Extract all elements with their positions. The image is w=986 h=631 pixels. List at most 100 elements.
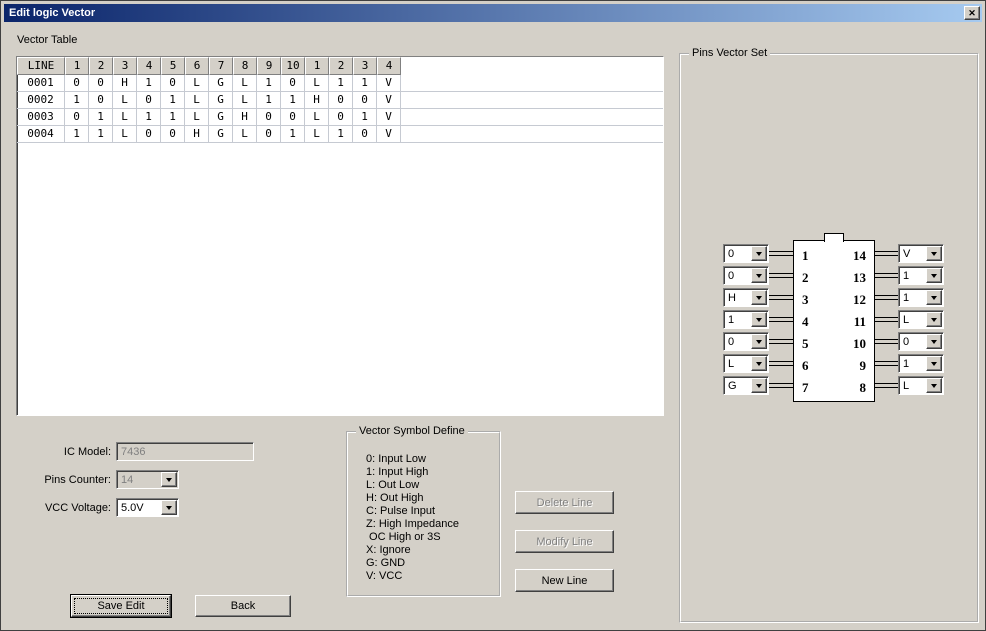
- chevron-down-icon[interactable]: [751, 334, 767, 349]
- chevron-down-icon[interactable]: [751, 268, 767, 283]
- table-header-cell: 1: [305, 57, 329, 75]
- vector-cell: L: [113, 126, 137, 142]
- table-row[interactable]: 0003 0 1 L 1 1 L G H 0 0 L 0 1 V: [17, 109, 663, 126]
- vector-table[interactable]: LINE 1 2 3 4 5 6 7 8 9 10 1 2 3 4 0001 0 0 H 1 0 L G L 1 0 L 1 1 V 00…: [16, 56, 664, 416]
- chevron-down-icon[interactable]: [751, 356, 767, 371]
- save-edit-button[interactable]: Save Edit: [71, 595, 171, 617]
- pin-1-vector-select[interactable]: 0: [723, 244, 769, 263]
- chevron-down-icon[interactable]: [751, 378, 767, 393]
- pin-2-vector-select[interactable]: 0: [723, 266, 769, 285]
- chevron-down-icon[interactable]: [751, 290, 767, 305]
- vector-cell: G: [209, 92, 233, 108]
- symbol-define-line: 1: Input High: [366, 466, 429, 478]
- table-header-cell: 4: [137, 57, 161, 75]
- vector-cell: 0: [281, 109, 305, 125]
- arrow-down-glyph: [931, 251, 937, 256]
- vector-cell: V: [377, 75, 401, 91]
- pin-4-vector-select[interactable]: 1: [723, 310, 769, 329]
- arrow-down-glyph: [756, 317, 762, 322]
- vector-cell: 0: [161, 75, 185, 91]
- pin-11-vector-select[interactable]: L: [898, 310, 944, 329]
- pin-vector-value: L: [903, 314, 910, 326]
- vector-cell: 1: [161, 92, 185, 108]
- pin-vector-value: L: [903, 380, 910, 392]
- table-row[interactable]: 0002 1 0 L 0 1 L G L 1 1 H 0 0 V: [17, 92, 663, 109]
- pin-number: 4: [802, 314, 809, 329]
- pin-3-vector-select[interactable]: H: [723, 288, 769, 307]
- vector-cell: L: [305, 109, 329, 125]
- chevron-down-icon[interactable]: [926, 312, 942, 327]
- pin-14-vector-select[interactable]: V: [898, 244, 944, 263]
- pin-number: 12: [853, 292, 866, 307]
- vector-cell: H: [113, 75, 137, 91]
- table-header-cell: LINE: [17, 57, 65, 75]
- table-header-cell: 2: [89, 57, 113, 75]
- close-button[interactable]: ✕: [964, 6, 980, 20]
- chevron-down-icon: [161, 472, 177, 487]
- pin-number: 14: [853, 248, 866, 263]
- new-line-button[interactable]: New Line: [515, 569, 614, 592]
- chevron-down-icon[interactable]: [926, 378, 942, 393]
- pin-number: 10: [853, 336, 866, 351]
- symbol-define-group: Vector Symbol Define 0: Input Low 1: Inpu…: [346, 425, 501, 597]
- table-header-cell: 8: [233, 57, 257, 75]
- pin-7-vector-select[interactable]: G: [723, 376, 769, 395]
- line-number-cell: 0001: [17, 75, 65, 91]
- pin-vector-value: V: [903, 248, 911, 260]
- vector-cell: 1: [353, 75, 377, 91]
- pin-vector-value: 0: [728, 270, 735, 282]
- titlebar[interactable]: Edit logic Vector ✕: [4, 4, 982, 22]
- chevron-down-icon[interactable]: [926, 290, 942, 305]
- pin-stub: [875, 383, 898, 388]
- modify-line-button: Modify Line: [515, 530, 614, 553]
- vector-cell: 1: [65, 92, 89, 108]
- pin-10-vector-select[interactable]: 0: [898, 332, 944, 351]
- vector-cell: 0: [257, 126, 281, 142]
- arrow-down-glyph: [166, 505, 172, 510]
- vector-cell: H: [305, 92, 329, 108]
- vector-cell: 1: [137, 75, 161, 91]
- pin-vector-value: H: [728, 292, 736, 304]
- pins-counter-label: Pins Counter:: [44, 474, 111, 486]
- pin-stub: [875, 339, 898, 344]
- vector-cell: H: [185, 126, 209, 142]
- vector-table-body: 0001 0 0 H 1 0 L G L 1 0 L 1 1 V 0002 1 0 L 0 1 L G L 1 1 H 0 0 V 0003…: [17, 75, 663, 143]
- ic-model-field: 7436: [116, 442, 254, 461]
- vector-cell: L: [233, 126, 257, 142]
- pins-counter-select: 14: [116, 470, 179, 489]
- symbol-define-line: Z: High Impedance: [366, 518, 459, 530]
- chevron-down-icon[interactable]: [161, 500, 177, 515]
- table-row[interactable]: 0004 1 1 L 0 0 H G L 0 1 L 1 0 V: [17, 126, 663, 143]
- arrow-down-glyph: [756, 273, 762, 278]
- pin-13-vector-select[interactable]: 1: [898, 266, 944, 285]
- line-number-cell: 0002: [17, 92, 65, 108]
- arrow-down-glyph: [931, 317, 937, 322]
- arrow-down-glyph: [756, 339, 762, 344]
- chevron-down-icon[interactable]: [926, 246, 942, 261]
- arrow-down-glyph: [756, 383, 762, 388]
- pin-9-vector-select[interactable]: 1: [898, 354, 944, 373]
- back-button[interactable]: Back: [195, 595, 291, 617]
- table-header-cell: 9: [257, 57, 281, 75]
- table-row[interactable]: 0001 0 0 H 1 0 L G L 1 0 L 1 1 V: [17, 75, 663, 92]
- chevron-down-icon[interactable]: [926, 334, 942, 349]
- vector-cell: L: [113, 109, 137, 125]
- arrow-down-glyph: [931, 361, 937, 366]
- chevron-down-icon[interactable]: [751, 312, 767, 327]
- pin-5-vector-select[interactable]: 0: [723, 332, 769, 351]
- pin-6-vector-select[interactable]: L: [723, 354, 769, 373]
- chevron-down-icon[interactable]: [926, 356, 942, 371]
- pin-8-vector-select[interactable]: L: [898, 376, 944, 395]
- table-header-cell: 5: [161, 57, 185, 75]
- vector-cell: L: [185, 92, 209, 108]
- vector-cell: L: [185, 75, 209, 91]
- chevron-down-icon[interactable]: [751, 246, 767, 261]
- symbol-define-line: V: VCC: [366, 570, 403, 582]
- pin-number: 7: [802, 380, 809, 395]
- vcc-voltage-select[interactable]: 5.0V: [116, 498, 179, 517]
- vector-table-label: Vector Table: [17, 34, 78, 46]
- vector-cell: L: [233, 75, 257, 91]
- symbol-define-line: OC High or 3S: [366, 531, 441, 543]
- chevron-down-icon[interactable]: [926, 268, 942, 283]
- pin-12-vector-select[interactable]: 1: [898, 288, 944, 307]
